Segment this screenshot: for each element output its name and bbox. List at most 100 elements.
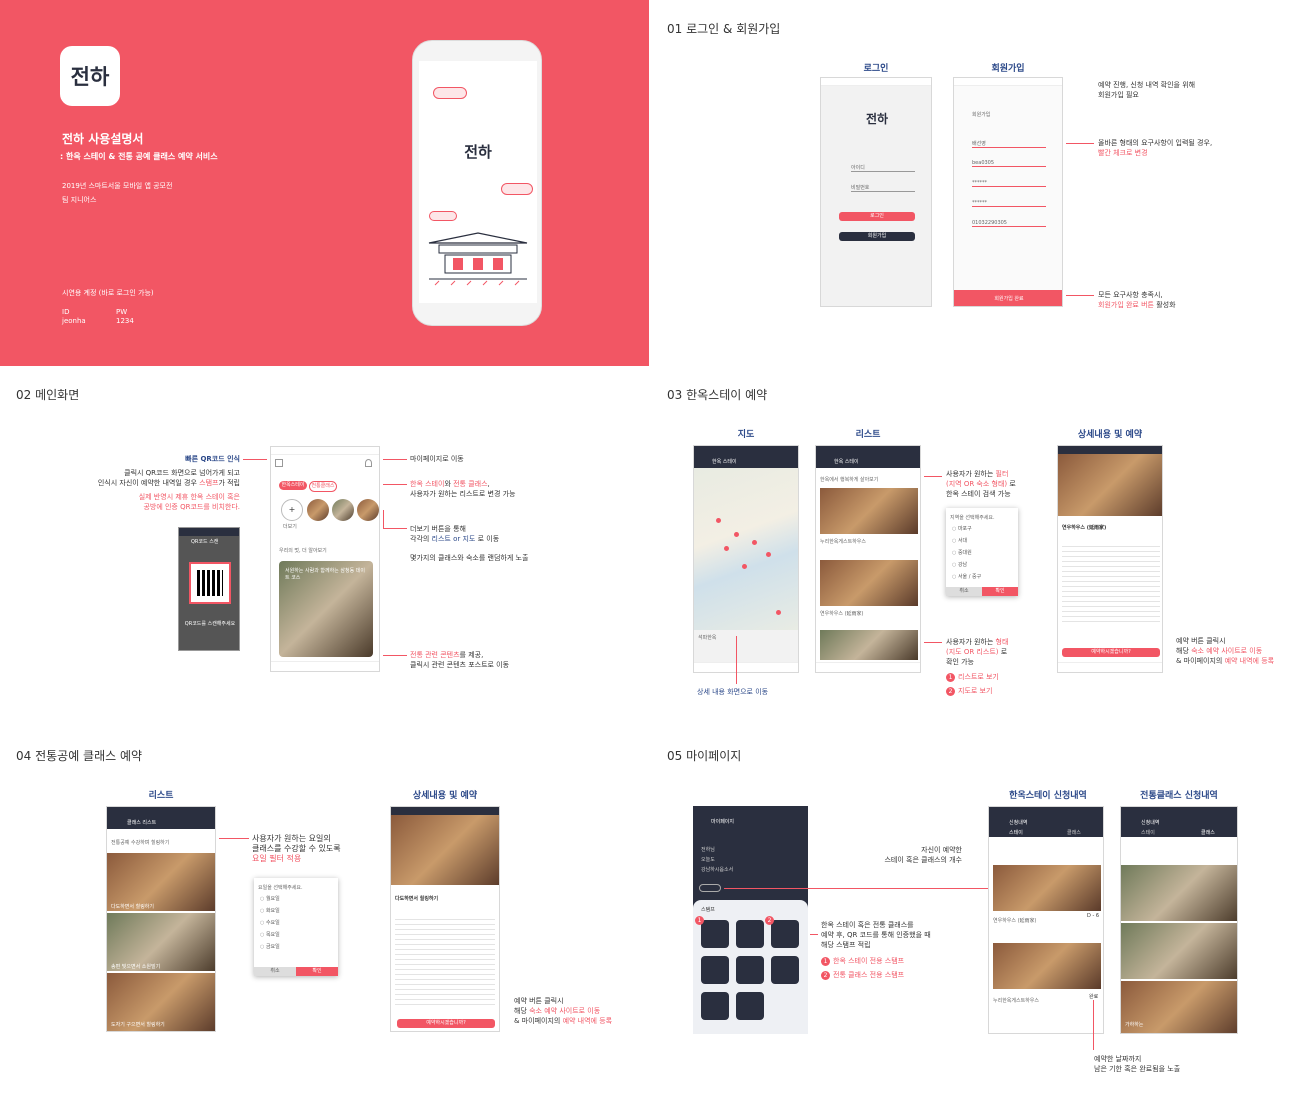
view-note: 사용자가 원하는 형태 (지도 OR 리스트) 로 확인 가능 xyxy=(946,638,1009,666)
splash-logo: 전하 xyxy=(464,143,492,161)
region-filter-modal: 지역을 선택해주세요. 마포구 서대 중대원 강남 서울 / 중구 취소 확인 xyxy=(946,508,1018,596)
class-item-3[interactable]: 도자기 구으면서 힐링하기 xyxy=(111,1021,165,1028)
day-option[interactable]: 수요일 xyxy=(254,917,338,929)
class-list-header: 클래스 리스트 xyxy=(127,820,157,826)
poster-text: 서원하는 사람과 함께하는 삼청동 데이트 코스 xyxy=(285,568,365,581)
class-detail-name: 다도하면서 힐링하기 xyxy=(395,896,439,902)
login-screen: 전하 아이디 비밀번호 로그인 회원가입 xyxy=(820,77,932,307)
day-option[interactable]: 목요일 xyxy=(254,929,338,941)
signup-complete-button[interactable]: 회원가입 완료 xyxy=(954,290,1062,306)
qr-code-icon xyxy=(189,562,231,604)
section-04-title: 04 전통공예 클래스 예약 xyxy=(16,749,143,763)
greeting-1: 전하님 xyxy=(701,847,715,853)
map-label: 지도 xyxy=(737,430,755,440)
class-history-item[interactable]: 가하하는 xyxy=(1125,1021,1143,1028)
day-option[interactable]: 금요일 xyxy=(254,941,338,953)
qr-screen: QR코드 스캔 QR코드를 스캔해주세요 xyxy=(178,527,240,651)
dday-note: 예약한 날짜까지 남은 기한 혹은 완료됨을 노출 xyxy=(1094,1055,1181,1073)
stay-history-item-1[interactable]: 연우하우스 (延雨家) xyxy=(993,917,1037,924)
view-option-list: 1 리스트로 보기 xyxy=(946,672,999,682)
signup-header: 회원가입 xyxy=(972,112,991,118)
cover-team: 팀 지니어스 xyxy=(62,196,97,204)
list-item-1[interactable]: 누리한옥게스트하우스 xyxy=(820,538,866,545)
check-note: 올바른 형태의 요구사항이 입력될 경우, 빨간 체크로 변경 xyxy=(1098,139,1213,157)
cloud-icon xyxy=(501,183,533,195)
login-logo: 전하 xyxy=(865,112,889,126)
complete-note: 모든 요구사항 충족시, 회원가입 완료 버튼 활성화 xyxy=(1098,291,1176,309)
more-note: 더보기 버튼을 통해 각각의 리스트 or 지도 로 이동 xyxy=(410,525,500,543)
list-screen: 한옥 스테이 한옥에서 행복하게 살아보기 누리한옥게스트하우스 연우하우스 (… xyxy=(815,445,921,673)
tab-class[interactable]: 클래스 xyxy=(1067,829,1081,836)
class-history-label: 전통클래스 신청내역 xyxy=(1140,791,1218,801)
class-reserve-button[interactable]: 예약하시겠습니까? xyxy=(397,1019,495,1028)
count-note: 자신이 예약한 스테이 혹은 클래스의 개수 xyxy=(884,846,962,864)
list-item-2[interactable]: 연우하우스 (延雨家) xyxy=(820,610,864,617)
qr-title: 빠른 QR코드 인식 xyxy=(185,455,240,463)
class-reserve-note: 예약 버튼 클릭시 해당 숙소 예약 사이트로 이동 & 마이페이지의 예약 내역에… xyxy=(514,997,613,1025)
cover-phone-screen: 전하 xyxy=(419,61,537,303)
filter-option[interactable]: 강남 xyxy=(946,559,1018,571)
filter-option[interactable]: 마포구 xyxy=(946,523,1018,535)
tab-class[interactable]: 클래스 xyxy=(1201,829,1215,836)
filter-cancel-button[interactable]: 취소 xyxy=(946,587,982,596)
list-search[interactable]: 한옥에서 행복하게 살아보기 xyxy=(820,476,878,483)
done-badge: 완료 xyxy=(1089,994,1099,1000)
stay-detail-screen: 연우하우스 (延雨家) 예약하시겠습니까? xyxy=(1057,445,1163,673)
demo-account-label: 시연용 계정 (바로 로그인 가능) xyxy=(62,289,154,297)
mypage-header: 마이페이지 xyxy=(711,819,735,825)
qr-scan-icon[interactable] xyxy=(275,459,283,467)
day-option[interactable]: 화요일 xyxy=(254,905,338,917)
map-view[interactable] xyxy=(694,468,798,630)
cloud-icon xyxy=(429,211,457,221)
password-field[interactable]: ****** xyxy=(972,180,1046,187)
filter-option[interactable]: 서울 / 중구 xyxy=(946,571,1018,583)
username-field[interactable]: bea0305 xyxy=(972,160,1046,167)
day-cancel-button[interactable]: 취소 xyxy=(254,967,296,976)
mypage-screen: 마이페이지 전하님 오늘도 강남하시옵소서 스탬프 1 2 xyxy=(693,806,808,1034)
signup-button[interactable]: 회원가입 xyxy=(839,232,915,241)
hanok-illustration-icon xyxy=(428,232,528,286)
login-button[interactable]: 로그인 xyxy=(839,212,915,221)
chip-traditional-class[interactable]: 전통클래스 xyxy=(309,481,337,492)
stay-history-label: 한옥스테이 신청내역 xyxy=(1009,791,1087,801)
phone-field[interactable]: 01032290305 xyxy=(972,220,1046,227)
section-01-title: 01 로그인 & 회원가입 xyxy=(667,22,781,36)
tab-stay[interactable]: 스테이 xyxy=(1141,829,1155,836)
day-ok-button[interactable]: 확인 xyxy=(296,967,338,976)
class-search[interactable]: 전통공예 수강하며 힐링하기 xyxy=(111,839,169,846)
stamp-label: 스탬프 xyxy=(701,907,715,913)
stay-history-item-2[interactable]: 누리한옥게스트하우스 xyxy=(993,997,1039,1004)
day-option[interactable]: 월요일 xyxy=(254,893,338,905)
stay-reserve-button[interactable]: 예약하시겠습니까? xyxy=(1062,648,1160,657)
chip-hanok-stay[interactable]: 한옥스테이 xyxy=(279,481,307,490)
stay-history-header: 신청내역 xyxy=(1009,820,1028,826)
day-filter-title: 요일을 선택해주세요. xyxy=(258,885,303,891)
reservation-count-badge[interactable] xyxy=(699,884,721,892)
stamp-note: 한옥 스테이 혹은 전통 클래스를 예약 후, QR 코드를 통해 인증했을 때해… xyxy=(821,921,931,949)
class-item-1[interactable]: 다도하면서 힐링하기 xyxy=(111,903,154,910)
filter-option[interactable]: 중대원 xyxy=(946,547,1018,559)
signup-label: 회원가입 xyxy=(991,64,1025,74)
name-field[interactable]: 배선영 xyxy=(972,140,1046,148)
id-input[interactable]: 아이디 xyxy=(851,164,915,172)
password-confirm-field[interactable]: ****** xyxy=(972,200,1046,207)
mypage-note: 마이페이지로 이동 xyxy=(410,455,464,463)
random-note: 몇가지의 클래스와 숙소를 랜덤하게 노출 xyxy=(410,554,529,562)
map-place-name[interactable]: 석파한옥 xyxy=(698,634,716,641)
filter-ok-button[interactable]: 확인 xyxy=(982,587,1018,596)
greeting-3: 강남하시옵소서 xyxy=(701,867,734,873)
detail-move-note: 상세 내용 화면으로 이동 xyxy=(697,688,769,696)
section-head: 우리의 멋, 더 알아보기 xyxy=(279,548,327,554)
detail-label: 상세내용 및 예약 xyxy=(1077,430,1143,440)
class-item-2[interactable]: 송편 빚으면서 소원빌기 xyxy=(111,963,160,970)
password-input[interactable]: 비밀번호 xyxy=(851,184,915,192)
more-button[interactable]: + xyxy=(281,499,303,521)
filter-option[interactable]: 서대 xyxy=(946,535,1018,547)
content-note: 전통 관련 콘텐츠를 제공, 클릭시 관련 콘텐츠 포스트로 이동 xyxy=(410,651,510,669)
day-filter-modal: 요일을 선택해주세요. 월요일 화요일 수요일 목요일 금요일 취소 확인 xyxy=(254,878,338,976)
profile-icon[interactable] xyxy=(365,459,372,467)
class-detail-screen: 다도하면서 힐링하기 예약하시겠습니까? xyxy=(390,806,500,1032)
tab-stay[interactable]: 스테이 xyxy=(1009,829,1023,836)
stamp-legend-2: 2 전통 클래스 전용 스탬프 xyxy=(821,970,904,980)
id-value: jeonha xyxy=(62,317,86,325)
